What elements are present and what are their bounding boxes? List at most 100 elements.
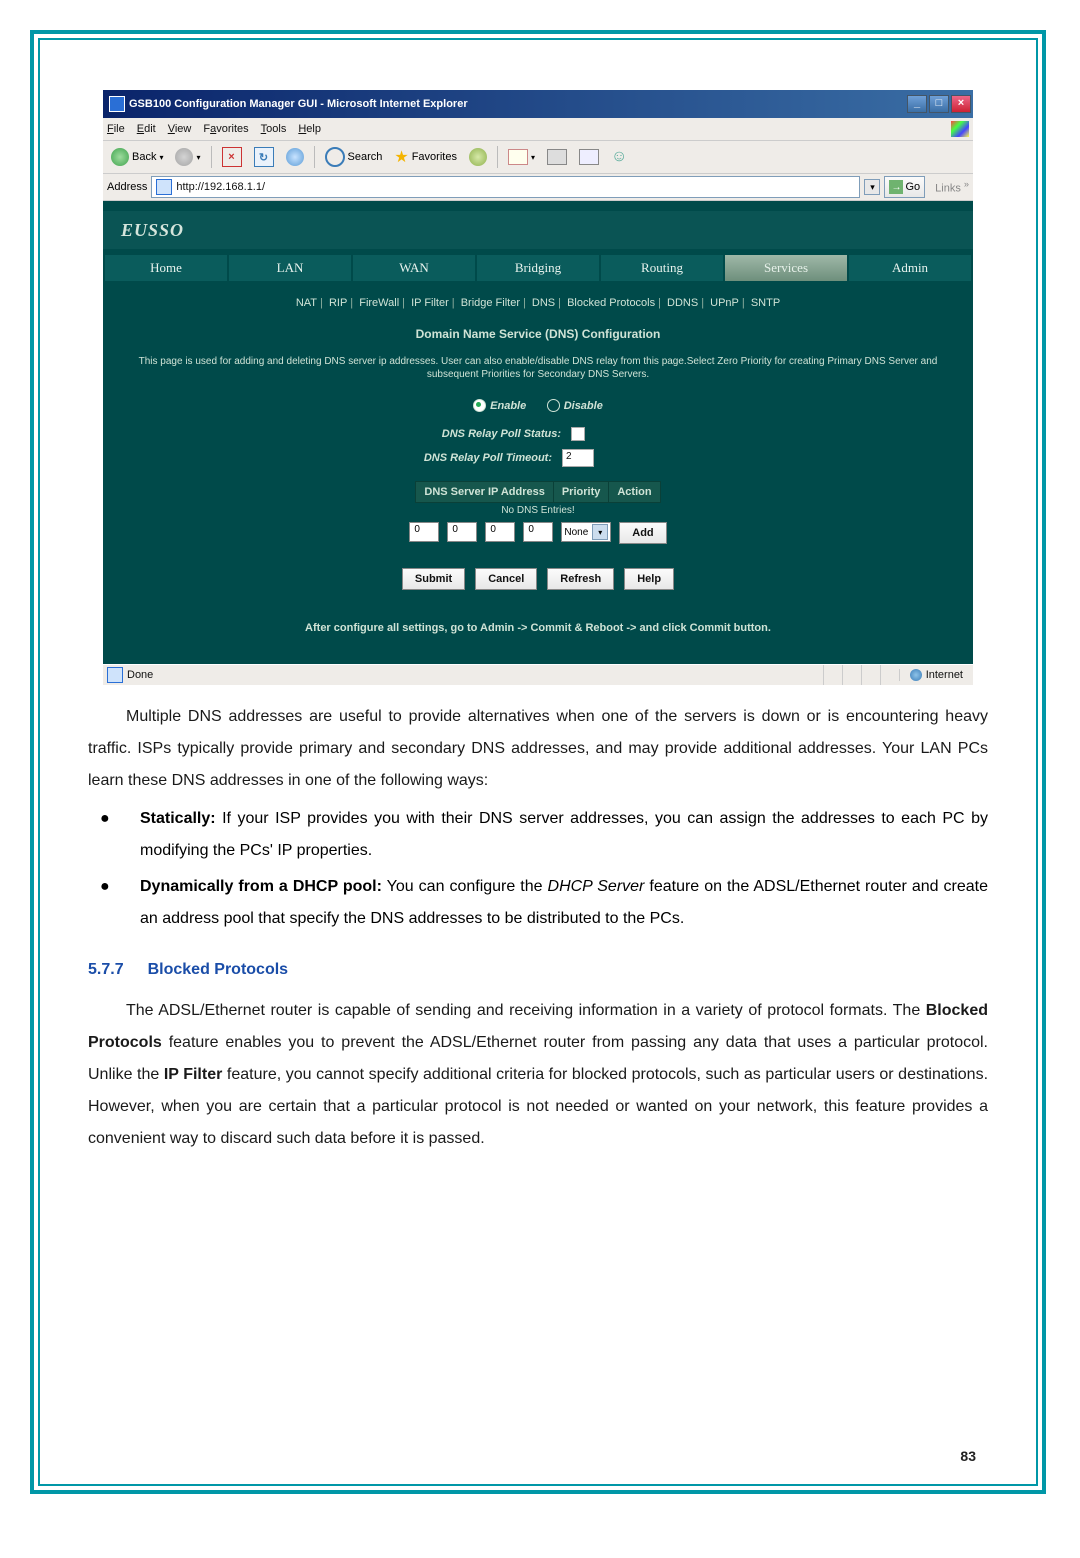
address-label: Address bbox=[107, 181, 147, 193]
section-title: Blocked Protocols bbox=[148, 961, 288, 978]
logo-bar: EUSSO bbox=[103, 201, 973, 249]
cancel-button[interactable]: Cancel bbox=[475, 568, 537, 590]
refresh-button-form[interactable]: Refresh bbox=[547, 568, 614, 590]
maximize-button[interactable]: □ bbox=[929, 95, 949, 113]
subtab-sntp[interactable]: SNTP bbox=[751, 297, 780, 309]
tab-services[interactable]: Services bbox=[725, 255, 847, 281]
search-button[interactable]: Search bbox=[321, 145, 387, 169]
address-field[interactable]: http://192.168.1.1/ bbox=[151, 176, 860, 198]
globe-icon bbox=[910, 669, 922, 681]
tab-wan[interactable]: WAN bbox=[353, 255, 475, 281]
priority-select[interactable]: None ▾ bbox=[561, 522, 611, 542]
toolbar: Back ▾ ▾ × ↻ bbox=[103, 141, 973, 174]
dns-table: DNS Server IP Address Priority Action bbox=[415, 481, 660, 503]
menu-tools[interactable]: Tools bbox=[261, 123, 287, 135]
menu-file[interactable]: File bbox=[107, 123, 125, 135]
ip-octet-4[interactable]: 0 bbox=[523, 522, 553, 542]
add-button[interactable]: Add bbox=[619, 522, 666, 544]
subtab-blocked[interactable]: Blocked Protocols bbox=[567, 297, 655, 309]
poll-status-checkbox[interactable] bbox=[571, 427, 585, 441]
doc-para-2: The ADSL/Ethernet router is capable of s… bbox=[88, 995, 988, 1155]
menu-help[interactable]: Help bbox=[298, 123, 321, 135]
col-action: Action bbox=[609, 482, 660, 503]
list-item: Statically: If your ISP provides you wit… bbox=[88, 803, 988, 867]
disable-radio[interactable]: Disable bbox=[547, 399, 603, 412]
poll-status-row: DNS Relay Poll Status: bbox=[103, 423, 973, 445]
bullet1-strong: Statically: bbox=[140, 810, 216, 827]
subtabs: NAT| RIP| FireWall| IP Filter| Bridge Fi… bbox=[103, 281, 973, 319]
col-priority: Priority bbox=[553, 482, 609, 503]
subtab-rip[interactable]: RIP bbox=[329, 297, 347, 309]
menu-view[interactable]: View bbox=[168, 123, 192, 135]
edit-button[interactable] bbox=[575, 147, 603, 167]
tab-home[interactable]: Home bbox=[105, 255, 227, 281]
tab-admin[interactable]: Admin bbox=[849, 255, 971, 281]
submit-button[interactable]: Submit bbox=[402, 568, 465, 590]
section-number: 5.7.7 bbox=[88, 961, 124, 978]
dns-input-row: 0 0 0 0 None ▾ Add bbox=[103, 516, 973, 556]
windows-flag-icon bbox=[951, 121, 969, 137]
zone-text: Internet bbox=[926, 669, 963, 681]
history-button[interactable] bbox=[465, 146, 491, 168]
window-titlebar: GSB100 Configuration Manager GUI - Micro… bbox=[103, 90, 973, 118]
enable-radio[interactable]: Enable bbox=[473, 399, 526, 412]
bullet2-mid: You can configure the bbox=[382, 878, 548, 895]
tab-routing[interactable]: Routing bbox=[601, 255, 723, 281]
status-bar: Done Internet bbox=[103, 664, 973, 685]
refresh-button[interactable]: ↻ bbox=[250, 145, 278, 169]
list-item: Dynamically from a DHCP pool: You can co… bbox=[88, 871, 988, 935]
back-button[interactable]: Back ▾ bbox=[107, 146, 167, 168]
subtab-upnp[interactable]: UPnP bbox=[710, 297, 739, 309]
menu-favorites[interactable]: Favorites bbox=[203, 123, 248, 135]
priority-value: None bbox=[564, 527, 588, 538]
search-label: Search bbox=[348, 151, 383, 163]
ip-octet-3[interactable]: 0 bbox=[485, 522, 515, 542]
disable-label: Disable bbox=[564, 400, 603, 412]
no-entries-text: No DNS Entries! bbox=[103, 505, 973, 516]
bullet1-rest: If your ISP provides you with their DNS … bbox=[140, 810, 988, 859]
chevron-down-icon: ▾ bbox=[592, 524, 608, 540]
doc-para-1: Multiple DNS addresses are useful to pro… bbox=[88, 701, 988, 797]
app-body: EUSSO Home LAN WAN Bridging Routing Serv… bbox=[103, 201, 973, 664]
links-label[interactable]: Links » bbox=[935, 179, 969, 195]
favorites-button[interactable]: ★ Favorites bbox=[390, 145, 461, 169]
status-text: Done bbox=[127, 669, 153, 681]
back-icon bbox=[111, 148, 129, 166]
subtab-dns[interactable]: DNS bbox=[532, 297, 555, 309]
menubar: File Edit View Favorites Tools Help bbox=[103, 118, 973, 141]
subtab-ipfilter[interactable]: IP Filter bbox=[411, 297, 449, 309]
tab-lan[interactable]: LAN bbox=[229, 255, 351, 281]
poll-timeout-label: DNS Relay Poll Timeout: bbox=[312, 452, 552, 464]
page-icon bbox=[156, 179, 172, 195]
ie-window: GSB100 Configuration Manager GUI - Micro… bbox=[103, 90, 973, 685]
address-dropdown[interactable]: ▾ bbox=[864, 179, 880, 195]
forward-button[interactable]: ▾ bbox=[171, 146, 204, 168]
bullet2-strong: Dynamically from a DHCP pool: bbox=[140, 878, 382, 895]
favorites-label: Favorites bbox=[412, 151, 457, 163]
go-button[interactable]: → Go bbox=[884, 176, 925, 198]
doc-bullet-list: Statically: If your ISP provides you wit… bbox=[88, 803, 988, 935]
menu-edit[interactable]: Edit bbox=[137, 123, 156, 135]
messenger-button[interactable]: ☺ bbox=[607, 146, 633, 168]
poll-timeout-input[interactable]: 2 bbox=[562, 449, 594, 467]
main-tabs: Home LAN WAN Bridging Routing Services A… bbox=[103, 249, 973, 281]
print-button[interactable] bbox=[543, 147, 571, 167]
mail-button[interactable]: ▾ bbox=[504, 147, 539, 167]
subtab-bridgefilter[interactable]: Bridge Filter bbox=[461, 297, 520, 309]
mail-icon bbox=[508, 149, 528, 165]
minimize-button[interactable]: _ bbox=[907, 95, 927, 113]
tab-bridging[interactable]: Bridging bbox=[477, 255, 599, 281]
subtab-nat[interactable]: NAT bbox=[296, 297, 317, 309]
home-button[interactable] bbox=[282, 146, 308, 168]
subtab-firewall[interactable]: FireWall bbox=[359, 297, 399, 309]
subtab-ddns[interactable]: DDNS bbox=[667, 297, 698, 309]
refresh-icon: ↻ bbox=[254, 147, 274, 167]
help-button[interactable]: Help bbox=[624, 568, 674, 590]
ip-octet-1[interactable]: 0 bbox=[409, 522, 439, 542]
stop-button[interactable]: × bbox=[218, 145, 246, 169]
address-url: http://192.168.1.1/ bbox=[176, 181, 265, 193]
address-bar: Address http://192.168.1.1/ ▾ → Go Links… bbox=[103, 174, 973, 201]
poll-status-label: DNS Relay Poll Status: bbox=[321, 428, 561, 440]
close-button[interactable]: × bbox=[951, 95, 971, 113]
ip-octet-2[interactable]: 0 bbox=[447, 522, 477, 542]
